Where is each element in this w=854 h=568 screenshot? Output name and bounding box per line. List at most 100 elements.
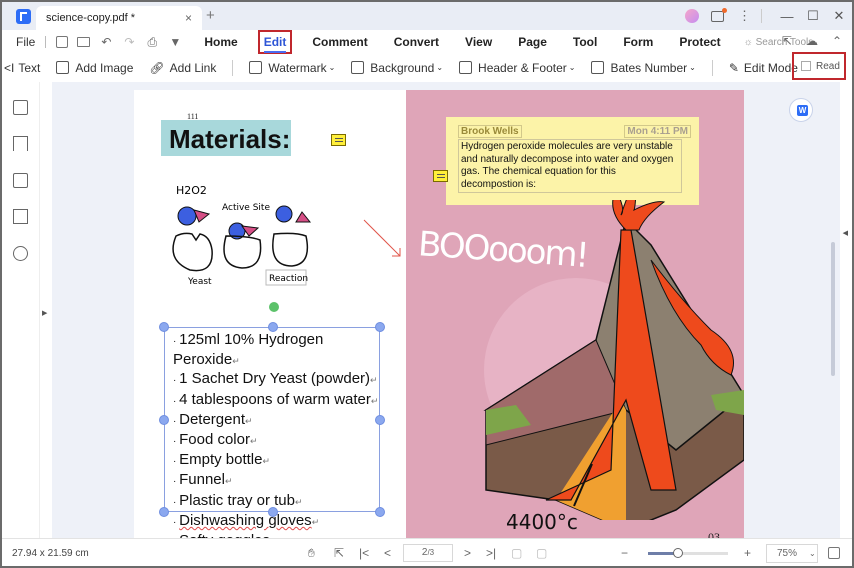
attachment-icon[interactable] [13,209,28,224]
rotate-handle[interactable] [269,302,279,312]
materials-list[interactable]: 125ml 10% Hydrogen Peroxide↵ 1 Sachet Dr… [173,331,379,552]
comment-icon[interactable] [13,173,28,188]
file-menu[interactable]: File [16,35,35,49]
print-icon[interactable]: ⎙ [145,35,159,49]
convert-to-word-button[interactable] [789,98,813,122]
redo-icon[interactable]: ↷ [122,35,136,49]
label-reaction: Reaction [269,274,308,284]
yeast-cell [272,232,309,267]
close-button[interactable]: ✕ [826,8,852,24]
arrow-annotation[interactable] [362,218,404,260]
more-options-icon[interactable]: ⋮ [738,8,751,24]
resize-handle[interactable] [375,507,385,517]
tab-convert[interactable]: Convert [390,32,443,52]
collapse-ribbon-icon[interactable]: ⌃ [832,34,842,48]
edit-mode-label: Edit Mode [743,60,798,75]
list-item: 1 Sachet Dry Yeast (powder)↵ [173,370,379,390]
pdf-page-left: 111 Materials: H2O2 Active Site Yeast Re… [134,90,406,549]
tab-close-icon[interactable]: × [185,11,192,25]
molecule-triangle [295,211,312,223]
resize-handle[interactable] [268,507,278,517]
quick-access-dropdown-icon[interactable]: ▼ [168,35,182,49]
chevron-down-icon: ⌄ [568,63,576,72]
resize-handle[interactable] [268,322,278,332]
expand-sidebar-icon[interactable]: ▶ [42,309,47,317]
cloud-upload-icon[interactable]: ☁ [806,34,818,48]
thumbnails-icon[interactable] [13,100,28,115]
background-label: Background [370,60,435,75]
previous-page-icon[interactable]: < [384,546,391,560]
resize-handle[interactable] [159,507,169,517]
tab-page[interactable]: Page [514,32,551,52]
bates-number-label: Bates Number [610,60,688,75]
page-number-input[interactable]: 2/3 [403,544,453,562]
tab-protect[interactable]: Protect [675,32,724,52]
yeast-cell [223,235,262,269]
save-icon[interactable] [56,36,69,48]
tab-view[interactable]: View [461,32,496,52]
zoom-slider-knob[interactable] [673,548,684,558]
tab-form[interactable]: Form [619,32,657,52]
tab-tool[interactable]: Tool [569,32,601,52]
last-page-icon[interactable]: >| [486,546,496,560]
divider [761,9,762,23]
zoom-slider[interactable] [648,548,728,558]
tab-edit[interactable]: Edit [257,30,293,54]
list-item: Empty bottle↵ [173,451,379,471]
edit-mode-button[interactable]: ✎ Edit Mode [729,61,798,75]
read-mode-toggle[interactable]: Read [792,52,846,80]
resize-handle[interactable] [159,322,169,332]
message-icon[interactable] [711,7,727,22]
expand-right-panel-icon[interactable]: ◀ [843,229,848,237]
materials-list-textbox[interactable]: 125ml 10% Hydrogen Peroxide↵ 1 Sachet Dr… [159,322,385,549]
note-comment-icon[interactable] [433,170,448,182]
rotate-right-icon[interactable]: ▢ [536,546,547,560]
share-icon[interactable]: ⇱ [782,34,792,48]
zoom-out-icon[interactable]: − [621,546,628,560]
bates-number-button[interactable]: Bates Number ⌄ [591,60,696,75]
chevron-down-icon: ⌄ [809,549,816,558]
select-tool-icon[interactable]: ⇱ [334,546,344,560]
user-avatar[interactable] [685,9,699,23]
next-page-icon[interactable]: > [464,546,471,560]
document-tab[interactable]: science-copy.pdf * × [36,6,202,30]
watermark-button[interactable]: Watermark ⌄ [249,61,335,75]
divider [711,59,713,76]
comment-author: Brook Wells [458,125,522,138]
resize-handle[interactable] [375,322,385,332]
sticky-note-popup[interactable]: Brook Wells Mon 4:11 PM Hydrogen peroxid… [446,117,699,205]
zoom-in-icon[interactable]: + [744,546,751,560]
bookmark-icon[interactable] [13,136,28,151]
first-page-icon[interactable]: |< [359,546,369,560]
resize-handle[interactable] [159,415,169,425]
molecule-triangle [193,209,211,223]
comment-text[interactable]: Hydrogen peroxide molecules are very uns… [458,139,682,193]
search-icon[interactable] [13,246,28,261]
menu-bar: File ↶ ↷ ⎙ ▼ Home Edit Comment Convert V… [2,30,852,54]
zoom-level-select[interactable]: 75% ⌄ [766,544,818,563]
vertical-scrollbar[interactable] [831,242,835,376]
add-image-button[interactable]: Add Image [56,61,133,75]
maximize-button[interactable]: ☐ [800,8,826,24]
read-checkbox[interactable] [801,61,811,71]
add-text-button[interactable]: <I Text [4,61,40,75]
fit-page-icon[interactable] [828,547,840,559]
background-button[interactable]: Background ⌄ [351,61,443,75]
minimize-button[interactable]: — [774,9,800,24]
hand-tool-icon[interactable]: ✋︎ [308,546,315,561]
email-icon[interactable] [77,37,91,47]
list-item: 4 tablespoons of warm water↵ [173,391,379,411]
resize-handle[interactable] [375,415,385,425]
rotate-left-icon[interactable]: ▢ [511,546,522,560]
new-tab-button[interactable]: + [206,7,215,24]
tab-comment[interactable]: Comment [308,32,371,52]
zoom-value: 75% [777,548,798,559]
header-footer-button[interactable]: Header & Footer ⌄ [459,61,575,75]
add-link-button[interactable]: 🔗︎ Add Link [149,61,216,75]
materials-title[interactable]: Materials: [161,120,291,156]
label-yeast: Yeast [187,277,212,287]
note-comment-icon[interactable] [331,134,346,146]
undo-icon[interactable]: ↶ [99,35,113,49]
enzyme-diagram[interactable]: H2O2 Active Site Yeast Reaction [162,178,322,288]
tab-home[interactable]: Home [200,32,241,52]
